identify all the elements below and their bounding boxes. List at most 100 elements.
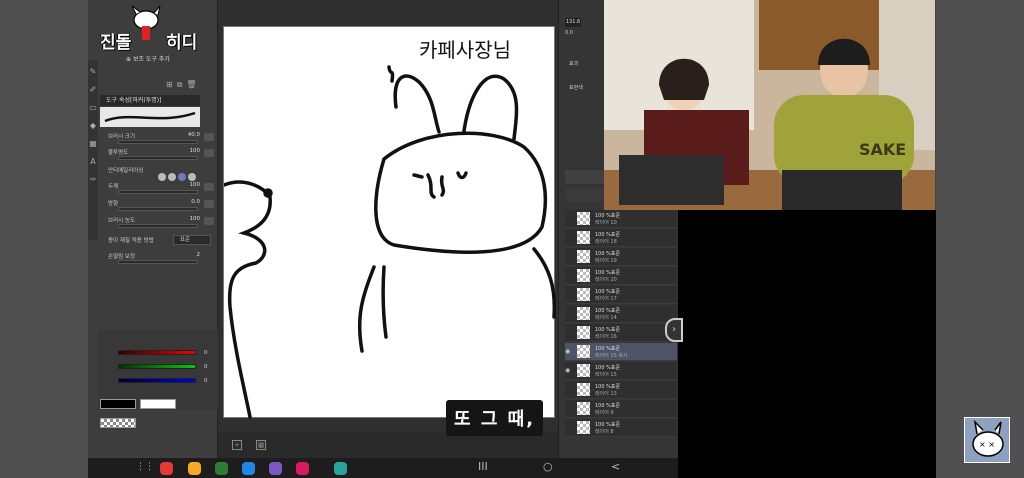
layer-row[interactable]: 100 %표준 레이어 19 (565, 248, 677, 266)
green-slider[interactable] (118, 364, 196, 369)
app-icon-green[interactable] (215, 462, 228, 475)
text-tool-icon[interactable]: A (88, 156, 98, 168)
layer-row[interactable]: ◉ 100 %표준 레이어 15 (565, 362, 677, 380)
home-button[interactable]: ○ (543, 460, 553, 473)
prop-label: 종이 재질 적용 방법 (108, 238, 154, 244)
layer-row[interactable]: 100 %표준 레이어 18 (565, 229, 677, 247)
brush-tool-icon[interactable]: ✐ (88, 84, 98, 96)
prop-toggle[interactable] (204, 217, 214, 225)
prop-toggle[interactable] (204, 200, 214, 208)
panel-collapse-button[interactable]: › (665, 318, 683, 342)
layer-row[interactable]: 100 %표준 레이어 10 (565, 210, 677, 228)
prop-slider[interactable] (118, 207, 198, 211)
prop-slider[interactable] (118, 156, 198, 160)
zoom-value-2: 0.0 (565, 30, 573, 36)
prop-slider[interactable] (118, 260, 198, 264)
app-icon-red[interactable] (160, 462, 173, 475)
prop-label: 브러시 농도 (108, 218, 136, 224)
prop-label: 방향 (108, 201, 119, 207)
prop-toggle[interactable] (204, 149, 214, 157)
layer-thumbnail (577, 421, 590, 434)
trash-icon[interactable]: 🗑 (186, 80, 200, 89)
layer-row[interactable]: 100 %표준 레이어 9 (565, 400, 677, 418)
app-icon-video[interactable] (296, 462, 309, 475)
effect-label: 효과 (569, 61, 579, 67)
prop-brush-size[interactable]: 브러시 크기 40.0 (100, 132, 216, 148)
layer-row[interactable]: 100 %표준 레이어 13 (565, 381, 677, 399)
layer-thumbnail (577, 326, 590, 339)
system-navbar: ⋮⋮ III ○ < (88, 458, 678, 478)
panel-toolbar: ⊞⧉🗑 (166, 80, 201, 90)
layer-row[interactable]: 100 %표준 레이어 14 (565, 305, 677, 323)
color-swatches (100, 394, 217, 432)
black-overlay (678, 210, 936, 478)
red-slider[interactable] (118, 350, 196, 355)
subtitle-caption: 또 그 때, (446, 400, 544, 436)
back-button[interactable]: < (611, 460, 620, 473)
layer-opacity: 100 %표준 (595, 308, 621, 314)
grid-icon[interactable]: ▦ (256, 440, 266, 450)
fill-tool-icon[interactable]: ◆ (88, 120, 98, 132)
layer-row[interactable]: 100 %표준 레이어 8 (565, 419, 677, 437)
prop-slider[interactable] (118, 224, 198, 228)
app-icon-chat[interactable] (242, 462, 255, 475)
eyedropper-tool-icon[interactable]: ✑ (88, 174, 98, 186)
red-value: 0 (204, 350, 208, 356)
aa-high-icon[interactable] (188, 173, 196, 181)
blue-slider[interactable] (118, 378, 196, 383)
gradient-tool-icon[interactable]: ▦ (88, 138, 98, 150)
prop-stabilization[interactable]: 손떨림 보정 2 (100, 252, 216, 268)
app-icon-teal[interactable] (334, 462, 347, 475)
layer-opacity: 100 %표준 (595, 232, 621, 238)
layer-row[interactable]: 100 %표준 레이어 20 (565, 267, 677, 285)
svg-text:× ×: × × (979, 440, 995, 449)
add-subtool-button[interactable]: ⊕ 보조 도구 추가 (126, 54, 170, 63)
add-layer-icon[interactable]: + (232, 440, 242, 450)
prop-brush-density[interactable]: 브러시 농도 100 (100, 216, 216, 232)
webcam-scene-icon: SAKE (604, 0, 935, 210)
main-color-swatch[interactable] (100, 399, 136, 409)
prop-slider[interactable] (118, 140, 198, 144)
prop-toggle[interactable] (204, 183, 214, 191)
prop-label: 불투명도 (108, 150, 129, 156)
prop-value: 2 (196, 252, 201, 258)
prop-toggle[interactable] (204, 133, 214, 141)
layer-opacity: 100 %표준 (595, 346, 621, 352)
eraser-tool-icon[interactable]: ▭ (88, 102, 98, 114)
prop-slider[interactable] (118, 190, 198, 194)
recents-button[interactable]: III (478, 460, 488, 473)
transparent-swatch[interactable] (100, 418, 136, 428)
prop-thickness[interactable]: 두께 100 (100, 182, 216, 198)
sub-color-swatch[interactable] (140, 399, 176, 409)
copy-icon[interactable]: ⧉ (177, 80, 187, 89)
aa-low-icon[interactable] (168, 173, 176, 181)
layer-thumbnail (577, 383, 590, 396)
drawing-canvas[interactable]: 카페사장님 (222, 26, 557, 419)
aa-mid-icon[interactable] (178, 173, 186, 181)
tool-property-panel: ✎ ✐ ▭ ◆ ▦ A ✑ 진돌 히디 ⊕ 보조 도구 추가 ⊞⧉🗑 도구 속성… (88, 0, 218, 460)
aa-none-icon[interactable] (158, 173, 166, 181)
app-drawer-icon[interactable]: ⋮⋮ (136, 462, 154, 472)
prop-opacity[interactable]: 불투명도 100 (100, 148, 216, 164)
eye-icon[interactable]: ◉ (565, 348, 570, 355)
layer-opacity: 100 %표준 (595, 422, 621, 428)
prop-direction[interactable]: 방향 0.0 (100, 199, 216, 215)
green-value: 0 (204, 364, 208, 370)
layer-row[interactable]: 100 %표준 레이어 16 (565, 324, 677, 342)
layer-thumbnail (577, 402, 590, 415)
layer-row[interactable]: ◉ 100 %표준 레이어 15 복사 (565, 343, 677, 361)
zoom-value[interactable]: 131.6 (565, 18, 581, 27)
app-icon-folder[interactable] (188, 462, 201, 475)
add-icon[interactable]: ⊞ (166, 80, 177, 89)
video-frame: ✎ ✐ ▭ ◆ ▦ A ✑ 진돌 히디 ⊕ 보조 도구 추가 ⊞⧉🗑 도구 속성… (0, 0, 1024, 478)
layer-name: 레이어 13 (595, 391, 617, 397)
pen-tool-icon[interactable]: ✎ (88, 66, 98, 78)
eye-icon[interactable]: ◉ (565, 367, 570, 374)
layer-opacity: 100 %표준 (595, 213, 621, 219)
paper-texture-select[interactable]: 표준 (173, 235, 211, 245)
app-icon-purple[interactable] (269, 462, 282, 475)
layer-row[interactable]: 100 %표준 레이어 17 (565, 286, 677, 304)
layer-name: 레이어 17 (595, 296, 617, 302)
prop-value: 40.0 (187, 132, 200, 138)
layer-thumbnail (577, 269, 590, 282)
